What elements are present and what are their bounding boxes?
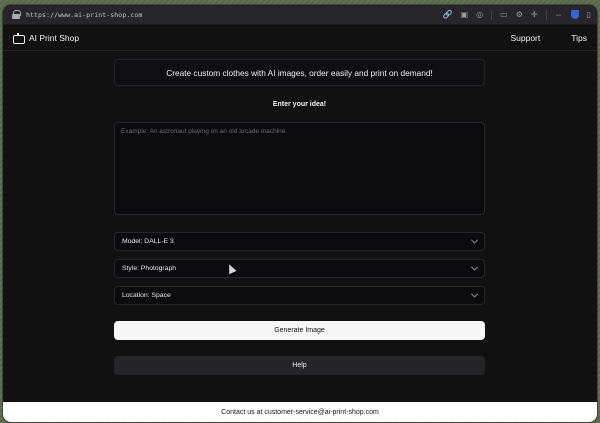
extension-icon[interactable]: ⚙: [516, 10, 523, 19]
site-header: AI Print Shop Support Tips: [3, 25, 597, 51]
brand[interactable]: AI Print Shop: [13, 32, 80, 44]
location-select-value: Location: Space: [122, 292, 171, 299]
main-content: Create custom clothes with AI images, or…: [114, 59, 485, 375]
reader-icon[interactable]: ▭: [500, 10, 508, 19]
style-select-value: Style: Photograph: [122, 265, 177, 272]
browser-toolbar: 🔗 ▣ ◎ ▭ ⚙ ✛ ⇔ ▯: [443, 9, 591, 20]
chevron-down-icon: [470, 290, 479, 298]
brand-name: AI Print Shop: [29, 32, 80, 43]
nav-link-support[interactable]: Support: [510, 33, 540, 43]
browser-window: https://www.ai-print-shop.com 🔗 ▣ ◎ ▭ ⚙ …: [3, 5, 597, 422]
nav-link-tips[interactable]: Tips: [571, 33, 587, 43]
location-select[interactable]: Location: Space: [114, 286, 485, 305]
camera-icon[interactable]: ◎: [476, 10, 483, 19]
help-button[interactable]: Help: [114, 356, 485, 375]
chevron-down-icon: [470, 263, 479, 271]
url-text[interactable]: https://www.ai-print-shop.com: [26, 11, 142, 19]
nav-links: Support Tips: [510, 33, 587, 43]
chevron-down-icon: [470, 236, 479, 244]
robot-icon: [13, 33, 25, 44]
address-bar[interactable]: https://www.ai-print-shop.com 🔗 ▣ ◎ ▭ ⚙ …: [3, 5, 597, 25]
generate-image-button[interactable]: Generate Image: [114, 321, 485, 340]
sidebar-icon[interactable]: ▯: [587, 10, 591, 19]
puzzle-icon[interactable]: ⇔: [555, 10, 563, 19]
style-select[interactable]: Style: Photograph: [114, 259, 485, 278]
shield-icon[interactable]: [570, 10, 579, 19]
options-group: Model: DALL-E 3 Style: Photograph Locati…: [114, 232, 485, 305]
prompt-input[interactable]: [114, 122, 485, 215]
model-select-value: Model: DALL-E 3: [122, 238, 174, 245]
link-icon[interactable]: 🔗: [443, 10, 453, 19]
crosshair-icon[interactable]: ✛: [531, 10, 538, 19]
hero-banner: Create custom clothes with AI images, or…: [114, 59, 485, 86]
lock-icon: [12, 10, 21, 19]
model-select[interactable]: Model: DALL-E 3: [114, 232, 485, 251]
screenshot-icon[interactable]: ▣: [461, 10, 469, 19]
footer-contact: Contact us at customer-service@ai-print-…: [3, 402, 597, 422]
prompt-label: Enter your idea!: [272, 101, 327, 108]
